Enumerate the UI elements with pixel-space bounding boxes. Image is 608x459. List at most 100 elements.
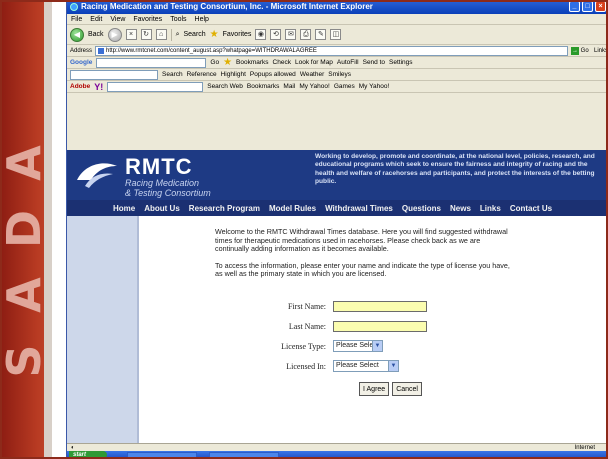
search-web-button[interactable]: Search Web: [207, 83, 243, 90]
first-name-row: First Name:: [257, 296, 467, 316]
edit-icon[interactable]: ✎: [315, 29, 327, 40]
media-icon[interactable]: ◉: [255, 29, 267, 40]
nav-model-rules[interactable]: Model Rules: [269, 204, 316, 213]
menu-favorites[interactable]: Favorites: [133, 14, 162, 24]
instructions-text: To access the information, please enter …: [215, 260, 510, 279]
discuss-icon[interactable]: ◫: [330, 29, 342, 40]
licensed-in-label: Licensed In:: [286, 361, 326, 371]
i-agree-button[interactable]: I Agree: [359, 382, 390, 396]
nav-research-program[interactable]: Research Program: [189, 204, 260, 213]
google-sendto-button[interactable]: Send to: [363, 59, 385, 66]
search-icon[interactable]: ⌕: [176, 31, 180, 39]
window-title: Racing Medication and Testing Consortium…: [81, 2, 373, 11]
google-bookmarks-button[interactable]: Bookmarks: [236, 59, 269, 66]
my-yahoo-button-2[interactable]: My Yahoo!: [359, 83, 389, 90]
cancel-button[interactable]: Cancel: [392, 382, 422, 396]
address-input[interactable]: http://www.rmtcnet.com/content_august.as…: [95, 45, 568, 56]
address-url: http://www.rmtcnet.com/content_august.as…: [106, 47, 317, 54]
site-logo[interactable]: RMTC: [125, 154, 193, 180]
search-button[interactable]: Search: [183, 31, 205, 38]
go-arrow-icon: →: [570, 46, 579, 55]
highlight-button[interactable]: Highlight: [221, 71, 246, 78]
toolbar-search-button[interactable]: Search: [162, 71, 183, 78]
toolbar-separator: [170, 28, 172, 41]
smileys-button[interactable]: Smileys: [328, 71, 351, 78]
nav-home[interactable]: Home: [113, 204, 135, 213]
menu-tools[interactable]: Tools: [170, 14, 186, 24]
maximize-button[interactable]: □: [582, 1, 593, 12]
adobe-button[interactable]: Adobe: [70, 83, 90, 90]
stop-icon[interactable]: ×: [125, 29, 137, 40]
last-name-row: Last Name:: [257, 316, 467, 336]
weather-button[interactable]: Weather: [300, 71, 324, 78]
print-icon[interactable]: ⎙: [300, 29, 312, 40]
sidebar-divider: [137, 216, 139, 443]
last-name-label: Last Name:: [288, 321, 326, 331]
nav-questions[interactable]: Questions: [402, 204, 441, 213]
licensed-in-row: Licensed In: Please Select ▼: [257, 356, 467, 376]
history-icon[interactable]: ⟲: [270, 29, 282, 40]
links-label[interactable]: Links: [594, 48, 608, 54]
yahoo-mail-button[interactable]: Mail: [283, 83, 295, 90]
menu-edit[interactable]: Edit: [90, 14, 102, 24]
toolbar-search-input[interactable]: [70, 69, 158, 80]
taskbar-item[interactable]: [127, 452, 197, 459]
favorites-icon[interactable]: ★: [210, 29, 219, 40]
google-autofill-button[interactable]: AutoFill: [337, 59, 359, 66]
yahoo-search-input[interactable]: [107, 81, 204, 92]
site-banner: RMTC Racing Medication & Testing Consort…: [67, 150, 608, 200]
popups-button[interactable]: Popups allowed: [250, 71, 296, 78]
licensed-in-select[interactable]: Please Select ▼: [333, 360, 399, 372]
search-toolbar: Search Reference Highlight Popups allowe…: [67, 69, 608, 81]
start-button[interactable]: start: [69, 451, 107, 459]
site-logo-subtitle: Racing Medication: [125, 178, 200, 188]
horse-logo-icon: [77, 163, 117, 188]
mission-statement: Working to develop, promote and coordina…: [315, 153, 595, 186]
google-go-button[interactable]: Go: [210, 59, 219, 66]
home-icon[interactable]: ⌂: [155, 29, 167, 40]
google-check-button[interactable]: Check: [273, 59, 291, 66]
google-search-input[interactable]: [96, 57, 207, 68]
first-name-label: First Name:: [288, 301, 326, 311]
last-name-input[interactable]: [333, 320, 427, 332]
first-name-input[interactable]: [333, 300, 427, 312]
google-toolbar: Google Go ★ Bookmarks Check Look for Map…: [67, 57, 608, 69]
nav-contact-us[interactable]: Contact Us: [510, 204, 552, 213]
window-titlebar[interactable]: Racing Medication and Testing Consortium…: [67, 0, 608, 14]
reference-button[interactable]: Reference: [187, 71, 217, 78]
menu-help[interactable]: Help: [195, 14, 209, 24]
taskbar-item[interactable]: [209, 452, 279, 459]
menu-file[interactable]: File: [71, 14, 82, 24]
back-label[interactable]: Back: [88, 31, 104, 38]
refresh-icon[interactable]: ↻: [140, 29, 152, 40]
nav-about-us[interactable]: About Us: [144, 204, 180, 213]
yahoo-bookmarks-button[interactable]: Bookmarks: [247, 83, 280, 90]
intro-text: Welcome to the RMTC Withdrawal Times dat…: [215, 227, 508, 254]
google-lookfor-button[interactable]: Look for Map: [295, 59, 333, 66]
favorites-button[interactable]: Favorites: [223, 31, 252, 38]
back-icon[interactable]: ◀: [70, 27, 84, 42]
mail-icon[interactable]: ✉: [285, 29, 297, 40]
browser-window: Racing Medication and Testing Consortium…: [66, 0, 608, 459]
forward-icon[interactable]: ▶: [107, 27, 122, 42]
minimize-button[interactable]: _: [569, 1, 580, 12]
licensed-in-value: Please Select: [336, 362, 379, 369]
page-icon: [98, 47, 105, 54]
nav-news[interactable]: News: [450, 204, 471, 213]
games-button[interactable]: Games: [334, 83, 355, 90]
site-logo-subtitle-2: & Testing Consortium: [125, 188, 211, 198]
nav-links[interactable]: Links: [480, 204, 501, 213]
my-yahoo-button[interactable]: My Yahoo!: [299, 83, 329, 90]
status-bar: ◐ Internet: [67, 443, 608, 451]
slide-band-letters: A D A S: [0, 130, 51, 459]
nav-withdrawal-times[interactable]: Withdrawal Times: [325, 204, 393, 213]
site-navigation: Home About Us Research Program Model Rul…: [67, 200, 608, 216]
license-type-row: License Type: Please Select ▼: [257, 336, 467, 356]
go-button[interactable]: → Go: [570, 46, 591, 56]
google-logo: Google: [70, 59, 93, 66]
google-settings-button[interactable]: Settings: [389, 59, 413, 66]
yahoo-logo-icon: Y!: [94, 81, 104, 92]
license-type-select[interactable]: Please Select ▼: [333, 340, 383, 352]
close-button[interactable]: ×: [595, 1, 606, 12]
menu-view[interactable]: View: [110, 14, 125, 24]
